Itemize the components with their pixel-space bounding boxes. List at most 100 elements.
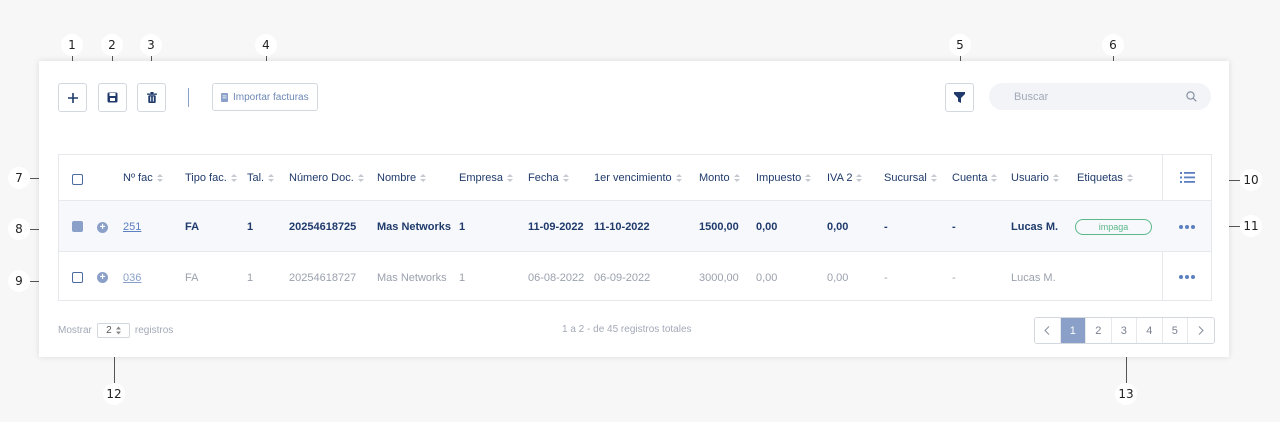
column-header[interactable]: Tipo fac. bbox=[185, 172, 237, 184]
sort-icon bbox=[507, 174, 514, 182]
page-size-stepper[interactable]: 2 bbox=[96, 323, 130, 338]
import-invoices-button[interactable]: Importar facturas bbox=[212, 83, 318, 111]
search-placeholder: Buscar bbox=[1014, 90, 1049, 103]
callout-6: 6 bbox=[1102, 34, 1124, 56]
records-label: registros bbox=[134, 325, 174, 336]
expand-row-icon[interactable]: + bbox=[97, 272, 108, 283]
cell-tal: 1 bbox=[247, 221, 254, 233]
sort-icon bbox=[805, 174, 812, 182]
sort-icon bbox=[733, 174, 740, 182]
column-header[interactable]: Empresa bbox=[459, 172, 514, 184]
column-header[interactable]: Fecha bbox=[528, 172, 569, 184]
callout-3: 3 bbox=[140, 34, 162, 56]
sort-icon bbox=[562, 174, 569, 182]
callout-13: 13 bbox=[1115, 383, 1137, 405]
column-header[interactable]: IVA 2 bbox=[827, 172, 863, 184]
save-button[interactable] bbox=[98, 83, 127, 112]
trash-icon bbox=[146, 92, 157, 103]
column-header[interactable]: 1er vencimiento bbox=[594, 172, 682, 184]
filter-button[interactable] bbox=[945, 83, 974, 112]
table-row[interactable]: + 036 FA 1 20254618727 Mas Networks 1 06… bbox=[59, 252, 1211, 303]
cell-amount: 1500,00 bbox=[699, 221, 739, 233]
expand-row-icon[interactable]: + bbox=[97, 222, 108, 233]
page-button[interactable]: 4 bbox=[1137, 318, 1163, 343]
callout-12: 12 bbox=[103, 383, 125, 405]
cell-doc-number: 20254618725 bbox=[289, 221, 357, 233]
cell-due-date: 06-09-2022 bbox=[594, 272, 651, 284]
callout-2: 2 bbox=[101, 34, 123, 56]
invoices-panel: Importar facturas Buscar Nº fac Tipo fac… bbox=[39, 61, 1229, 357]
sort-icon bbox=[268, 174, 275, 182]
cell-branch: - bbox=[884, 272, 888, 284]
sort-icon bbox=[357, 174, 364, 182]
row-checkbox[interactable] bbox=[72, 272, 83, 283]
callout-10: 10 bbox=[1240, 169, 1262, 191]
select-all-checkbox[interactable] bbox=[72, 174, 83, 185]
column-header[interactable]: Nº fac bbox=[123, 172, 163, 184]
column-header[interactable]: Impuesto bbox=[756, 172, 812, 184]
chevron-right-icon bbox=[1198, 326, 1204, 335]
sort-icon bbox=[991, 174, 998, 182]
next-page-button[interactable] bbox=[1188, 318, 1214, 343]
cell-tal: 1 bbox=[247, 272, 254, 284]
delete-button[interactable] bbox=[137, 83, 166, 112]
cell-tax: 0,00 bbox=[756, 272, 778, 284]
column-header[interactable]: Usuario bbox=[1011, 172, 1059, 184]
cell-company: 1 bbox=[459, 221, 466, 233]
cell-invoice-type: FA bbox=[185, 221, 200, 233]
callout-9: 9 bbox=[8, 270, 30, 292]
import-invoices-label: Importar facturas bbox=[233, 91, 309, 103]
sort-icon bbox=[420, 174, 427, 182]
cell-iva2: 0,00 bbox=[827, 221, 849, 233]
plus-icon bbox=[67, 92, 78, 103]
show-label: Mostrar bbox=[58, 325, 92, 336]
cell-date: 06-08-2022 bbox=[528, 272, 585, 284]
column-header[interactable]: Monto bbox=[699, 172, 740, 184]
page-button[interactable]: 2 bbox=[1086, 318, 1112, 343]
page-button[interactable]: 1 bbox=[1060, 318, 1086, 343]
callout-7: 7 bbox=[8, 167, 30, 189]
prev-page-button[interactable] bbox=[1035, 318, 1061, 343]
cell-user: Lucas M. bbox=[1011, 272, 1056, 284]
sort-icon bbox=[156, 174, 163, 182]
invoices-table: Nº fac Tipo fac. Tal. Número Doc. Nombre… bbox=[58, 154, 1212, 301]
toolbar-divider bbox=[188, 88, 189, 107]
callout-8: 8 bbox=[8, 218, 30, 240]
table-row[interactable]: + 251 FA 1 20254618725 Mas Networks 1 11… bbox=[59, 201, 1211, 252]
search-input[interactable]: Buscar bbox=[989, 83, 1211, 110]
row-checkbox[interactable] bbox=[72, 221, 83, 232]
invoice-number-link[interactable]: 251 bbox=[123, 221, 141, 233]
cell-account: - bbox=[952, 221, 956, 233]
row-actions-icon[interactable] bbox=[1179, 275, 1195, 279]
cell-user: Lucas M. bbox=[1011, 221, 1059, 233]
column-header[interactable]: Cuenta bbox=[952, 172, 998, 184]
records-summary: 1 a 2 - de 45 registros totales bbox=[562, 324, 692, 335]
filter-icon bbox=[954, 92, 965, 103]
column-header[interactable]: Nombre bbox=[377, 172, 427, 184]
column-header[interactable]: Etiquetas bbox=[1077, 172, 1133, 184]
cell-tax: 0,00 bbox=[756, 221, 778, 233]
cell-due-date: 11-10-2022 bbox=[594, 221, 650, 233]
cell-amount: 3000,00 bbox=[699, 272, 739, 284]
stepper-arrows-icon[interactable] bbox=[115, 326, 121, 335]
sort-icon bbox=[930, 174, 937, 182]
page-button[interactable]: 5 bbox=[1162, 318, 1188, 343]
cell-doc-number: 20254618727 bbox=[289, 272, 357, 284]
sort-icon bbox=[230, 174, 237, 182]
cell-branch: - bbox=[884, 221, 888, 233]
cell-company: 1 bbox=[459, 272, 466, 284]
cell-account: - bbox=[952, 272, 956, 284]
column-header[interactable]: Sucursal bbox=[884, 172, 937, 184]
column-header[interactable]: Número Doc. bbox=[289, 172, 364, 184]
cell-iva2: 0,00 bbox=[827, 272, 849, 284]
row-actions-icon[interactable] bbox=[1179, 225, 1195, 229]
column-settings-icon[interactable] bbox=[1180, 171, 1195, 184]
page-button[interactable]: 3 bbox=[1111, 318, 1137, 343]
column-header[interactable]: Tal. bbox=[247, 172, 275, 184]
invoice-number-link[interactable]: 036 bbox=[123, 272, 141, 284]
cell-invoice-type: FA bbox=[185, 272, 199, 284]
pagination: 1 2 3 4 5 bbox=[1034, 317, 1215, 344]
add-button[interactable] bbox=[58, 83, 87, 112]
callout-11: 11 bbox=[1240, 215, 1262, 237]
save-icon bbox=[107, 92, 118, 103]
